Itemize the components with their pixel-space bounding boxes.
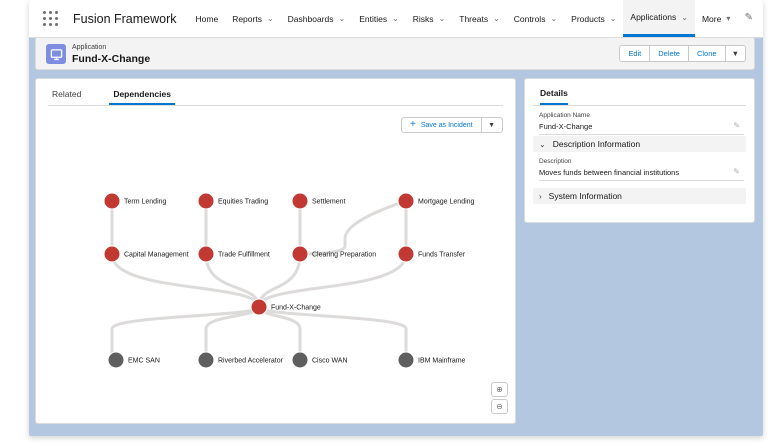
record-name: Fund-X-Change — [72, 53, 151, 65]
center-app-label: Fund-X-Change — [271, 305, 321, 312]
chevron-down-icon: ⌄ — [266, 14, 274, 23]
chevron-down-icon: ⌄ — [338, 14, 346, 23]
dependency-graph: Term Lending Equities Trading Settlement Mo… — [103, 192, 475, 369]
nav-item-label: Entities — [359, 13, 388, 24]
nav-items: Home Reports ⌄ Dashboards ⌄ Entities ⌄ Risks ⌄ Th… — [189, 0, 738, 37]
nav-item-dashboards[interactable]: Dashboards ⌄ — [281, 0, 353, 37]
nav-item-controls[interactable]: Controls ⌄ — [507, 0, 564, 37]
global-nav: Fusion Framework Home Reports ⌄ Dashboards ⌄… — [29, 0, 763, 38]
nav-item-label: Products — [571, 13, 605, 24]
nav-item-products[interactable]: Products ⌄ — [564, 0, 623, 37]
upstream-app-node[interactable] — [397, 192, 415, 210]
edit-nav-icon[interactable]: ✎ — [745, 12, 753, 23]
upstream-app-label: Mortgage Lending — [418, 199, 475, 206]
chevron-down-icon: ⌄ — [539, 139, 546, 149]
system-section-title: System Information — [548, 191, 622, 201]
app-launcher-icon[interactable] — [37, 6, 63, 32]
nav-item-entities[interactable]: Entities ⌄ — [352, 0, 406, 37]
infrastructure-label: Riverbed Accelerator — [218, 358, 284, 365]
chevron-down-icon: ⌄ — [681, 12, 688, 22]
upstream-app-node[interactable] — [103, 192, 121, 210]
nav-item-more[interactable]: More ▾ — [695, 0, 737, 37]
infrastructure-label: IBM Mainframe — [418, 358, 466, 365]
description-value: Moves funds between financial institutio… — [539, 168, 680, 177]
infrastructure-node[interactable] — [397, 351, 415, 369]
upstream-app-node[interactable] — [197, 245, 215, 263]
record-header: Application Fund-X-Change Edit Delete Cl… — [35, 37, 755, 70]
field-divider — [539, 180, 744, 181]
chevron-down-icon: ▾ — [726, 14, 731, 23]
chevron-right-icon: › — [539, 191, 542, 201]
infrastructure-label: Cisco WAN — [312, 358, 348, 365]
record-actions: Edit Delete Clone ▼ — [619, 45, 746, 62]
upstream-app-label: Settlement — [312, 199, 346, 206]
chevron-down-icon: ⌄ — [438, 14, 446, 23]
upstream-app-label: Clearing Preparation — [312, 252, 376, 259]
app-window: Fusion Framework Home Reports ⌄ Dashboards ⌄… — [29, 0, 763, 436]
more-actions-button[interactable]: ▼ — [726, 46, 745, 61]
clone-button[interactable]: Clone — [689, 46, 726, 61]
nav-item-label: Home — [195, 13, 219, 24]
dependency-edge — [299, 199, 407, 256]
upstream-app-label: Funds Transfer — [418, 252, 466, 259]
dependency-edge — [110, 253, 261, 308]
description-label: Description — [539, 158, 572, 165]
nav-item-label: Risks — [412, 13, 434, 24]
chevron-down-icon: ⌄ — [392, 14, 399, 23]
infrastructure-node[interactable] — [291, 351, 309, 369]
upstream-app-label: Capital Management — [124, 252, 189, 259]
upstream-app-node[interactable] — [103, 245, 121, 263]
system-section-header[interactable]: › System Information — [533, 188, 746, 204]
edit-button[interactable]: Edit — [620, 46, 651, 61]
details-title: Details — [540, 88, 568, 105]
nav-item-risks[interactable]: Risks ⌄ — [406, 0, 452, 37]
chevron-down-icon: ⌄ — [609, 14, 617, 23]
description-section-title: Description Information — [552, 139, 641, 149]
nav-item-threats[interactable]: Threats ⌄ — [452, 0, 507, 37]
app-name: Fusion Framework — [73, 11, 177, 26]
nav-item-label: Applications — [630, 12, 677, 22]
upstream-app-node[interactable] — [291, 245, 309, 263]
infrastructure-node[interactable] — [197, 351, 215, 369]
details-panel: Details Application Name Fund-X-Change ✎… — [524, 78, 755, 223]
upstream-app-label: Trade Fulfillment — [218, 252, 270, 259]
edit-description-icon[interactable]: ✎ — [733, 167, 740, 176]
chevron-down-icon: ⌄ — [493, 14, 500, 23]
nav-item-applications[interactable]: Applications ⌄ — [623, 0, 695, 37]
object-type: Application — [72, 44, 107, 51]
chevron-down-icon: ▼ — [731, 49, 739, 58]
infrastructure-label: EMC SAN — [128, 358, 160, 365]
edit-application-name-icon[interactable]: ✎ — [733, 121, 740, 130]
application-icon — [46, 44, 66, 64]
upstream-app-node[interactable] — [197, 192, 215, 210]
application-name-label: Application Name — [539, 112, 590, 119]
infrastructure-node[interactable] — [107, 351, 125, 369]
nav-item-label: Controls — [513, 13, 546, 24]
details-divider — [533, 105, 746, 106]
nav-item-home[interactable]: Home — [189, 0, 226, 37]
zoom-in-button[interactable]: ⊕ — [491, 382, 508, 397]
field-divider — [539, 134, 744, 135]
dependencies-card: Related Dependencies + Save as Incident … — [35, 78, 516, 424]
nav-item-label: Reports — [232, 13, 262, 24]
zoom-in-icon: ⊕ — [496, 385, 503, 394]
zoom-out-icon: ⊖ — [496, 402, 503, 411]
description-section-header[interactable]: ⌄ Description Information — [533, 136, 746, 152]
application-name-value: Fund-X-Change — [539, 122, 593, 131]
dependency-edge — [257, 305, 408, 360]
nav-item-label: Dashboards — [287, 13, 334, 24]
upstream-app-node[interactable] — [397, 245, 415, 263]
upstream-app-node[interactable] — [291, 192, 309, 210]
zoom-out-button[interactable]: ⊖ — [491, 399, 508, 414]
chevron-down-icon: ⌄ — [550, 14, 558, 23]
nav-item-reports[interactable]: Reports ⌄ — [225, 0, 280, 37]
nav-item-label: More — [701, 13, 722, 24]
nav-item-label: Threats — [459, 13, 489, 24]
center-app-node[interactable] — [250, 298, 268, 316]
upstream-app-label: Equities Trading — [218, 199, 268, 206]
upstream-app-label: Term Lending — [124, 199, 167, 206]
dependency-edge — [257, 253, 408, 308]
delete-button[interactable]: Delete — [650, 46, 689, 61]
